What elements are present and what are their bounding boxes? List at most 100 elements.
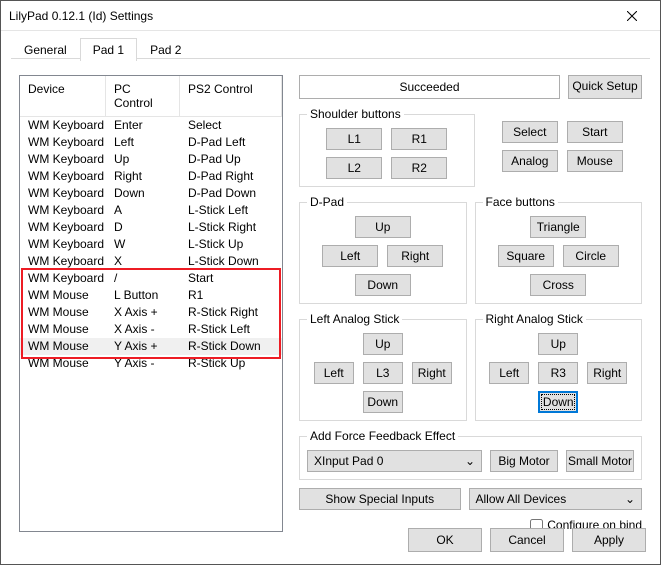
col-device[interactable]: Device (20, 76, 106, 116)
cell: Left (106, 134, 180, 151)
table-row[interactable]: WM KeyboardDL-Stick Right (20, 219, 282, 236)
cell: Up (106, 151, 180, 168)
small-motor-button[interactable]: Small Motor (566, 450, 634, 472)
square-button[interactable]: Square (498, 245, 554, 267)
cell: Right (106, 168, 180, 185)
table-row[interactable]: WM KeyboardWL-Stick Up (20, 236, 282, 253)
dpad-right-button[interactable]: Right (387, 245, 443, 267)
cell: D-Pad Up (180, 151, 282, 168)
cell: Y Axis + (106, 338, 180, 355)
cell: Start (180, 270, 282, 287)
cell: A (106, 202, 180, 219)
close-button[interactable] (612, 1, 652, 30)
ffb-legend: Add Force Feedback Effect (307, 429, 458, 443)
table-row[interactable]: WM KeyboardRightD-Pad Right (20, 168, 282, 185)
cell: WM Keyboard (20, 236, 106, 253)
ffb-group: Add Force Feedback Effect XInput Pad 0 ⌄… (299, 429, 642, 480)
cell: WM Keyboard (20, 253, 106, 270)
bindings-table[interactable]: Device PC Control PS2 Control WM Keyboar… (19, 75, 283, 532)
lstick-up-button[interactable]: Up (363, 333, 403, 355)
cell: L-Stick Right (180, 219, 282, 236)
r3-button[interactable]: R3 (538, 362, 578, 384)
right-stick-group: Right Analog Stick Up Left R3 Right Down (475, 312, 643, 421)
chevron-down-icon: ⌄ (465, 454, 475, 468)
table-row[interactable]: WM MouseL ButtonR1 (20, 287, 282, 304)
cell: WM Mouse (20, 321, 106, 338)
table-row[interactable]: WM MouseX Axis -R-Stick Left (20, 321, 282, 338)
left-stick-group: Left Analog Stick Up Left L3 Right Down (299, 312, 467, 421)
cell: L-Stick Left (180, 202, 282, 219)
cell: D-Pad Down (180, 185, 282, 202)
device-filter-value: Allow All Devices (476, 492, 567, 506)
special-inputs-button[interactable]: Show Special Inputs (299, 488, 461, 510)
table-row[interactable]: WM MouseY Axis +R-Stick Down (20, 338, 282, 355)
table-row[interactable]: WM KeyboardAL-Stick Left (20, 202, 282, 219)
circle-button[interactable]: Circle (563, 245, 619, 267)
analog-button[interactable]: Analog (502, 150, 558, 172)
lstick-legend: Left Analog Stick (307, 312, 402, 326)
tab-pad1[interactable]: Pad 1 (80, 38, 137, 61)
ok-button[interactable]: OK (408, 528, 482, 552)
apply-button[interactable]: Apply (572, 528, 646, 552)
cell: R-Stick Left (180, 321, 282, 338)
table-row[interactable]: WM MouseY Axis -R-Stick Up (20, 355, 282, 372)
cell: WM Keyboard (20, 117, 106, 134)
table-row[interactable]: WM KeyboardUpD-Pad Up (20, 151, 282, 168)
cross-button[interactable]: Cross (530, 274, 586, 296)
chevron-down-icon: ⌄ (625, 492, 635, 506)
dpad-down-button[interactable]: Down (355, 274, 411, 296)
ffb-device-value: XInput Pad 0 (314, 454, 383, 468)
triangle-button[interactable]: Triangle (530, 216, 586, 238)
lstick-right-button[interactable]: Right (412, 362, 452, 384)
cell: Select (180, 117, 282, 134)
select-button[interactable]: Select (502, 121, 558, 143)
table-row[interactable]: WM KeyboardDownD-Pad Down (20, 185, 282, 202)
device-filter-select[interactable]: Allow All Devices ⌄ (469, 488, 643, 510)
l2-button[interactable]: L2 (326, 157, 382, 179)
table-row[interactable]: WM Keyboard/Start (20, 270, 282, 287)
window-title: LilyPad 0.12.1 (Id) Settings (9, 9, 612, 23)
col-ps2[interactable]: PS2 Control (180, 76, 282, 116)
cell: X Axis + (106, 304, 180, 321)
big-motor-button[interactable]: Big Motor (490, 450, 558, 472)
l3-button[interactable]: L3 (363, 362, 403, 384)
cell: Enter (106, 117, 180, 134)
shoulder-buttons-group: Shoulder buttons L1 R1 L2 R2 (299, 107, 475, 187)
r1-button[interactable]: R1 (391, 128, 447, 150)
dpad-group: D-Pad Up Left Right Down (299, 195, 467, 304)
table-row[interactable]: WM MouseX Axis +R-Stick Right (20, 304, 282, 321)
rstick-up-button[interactable]: Up (538, 333, 578, 355)
cell: WM Mouse (20, 338, 106, 355)
quick-setup-button[interactable]: Quick Setup (568, 75, 642, 99)
lstick-left-button[interactable]: Left (314, 362, 354, 384)
cell: R-Stick Down (180, 338, 282, 355)
rstick-left-button[interactable]: Left (489, 362, 529, 384)
dpad-legend: D-Pad (307, 195, 347, 209)
cell: WM Keyboard (20, 168, 106, 185)
cell: D-Pad Left (180, 134, 282, 151)
l1-button[interactable]: L1 (326, 128, 382, 150)
cell: R-Stick Right (180, 304, 282, 321)
rstick-down-button[interactable]: Down (538, 391, 578, 413)
cell: WM Keyboard (20, 151, 106, 168)
table-row[interactable]: WM KeyboardLeftD-Pad Left (20, 134, 282, 151)
cell: R1 (180, 287, 282, 304)
dpad-up-button[interactable]: Up (355, 216, 411, 238)
rstick-right-button[interactable]: Right (587, 362, 627, 384)
ffb-device-select[interactable]: XInput Pad 0 ⌄ (307, 450, 482, 472)
dpad-left-button[interactable]: Left (322, 245, 378, 267)
table-row[interactable]: WM KeyboardXL-Stick Down (20, 253, 282, 270)
cancel-button[interactable]: Cancel (490, 528, 564, 552)
cell: X (106, 253, 180, 270)
mouse-button[interactable]: Mouse (567, 150, 623, 172)
cell: Y Axis - (106, 355, 180, 372)
table-row[interactable]: WM KeyboardEnterSelect (20, 117, 282, 134)
lstick-down-button[interactable]: Down (363, 391, 403, 413)
cell: L-Stick Up (180, 236, 282, 253)
col-pc[interactable]: PC Control (106, 76, 180, 116)
start-button[interactable]: Start (567, 121, 623, 143)
cell: D (106, 219, 180, 236)
face-buttons-group: Face buttons Triangle Square Circle Cros… (475, 195, 643, 304)
r2-button[interactable]: R2 (391, 157, 447, 179)
cell: WM Keyboard (20, 185, 106, 202)
